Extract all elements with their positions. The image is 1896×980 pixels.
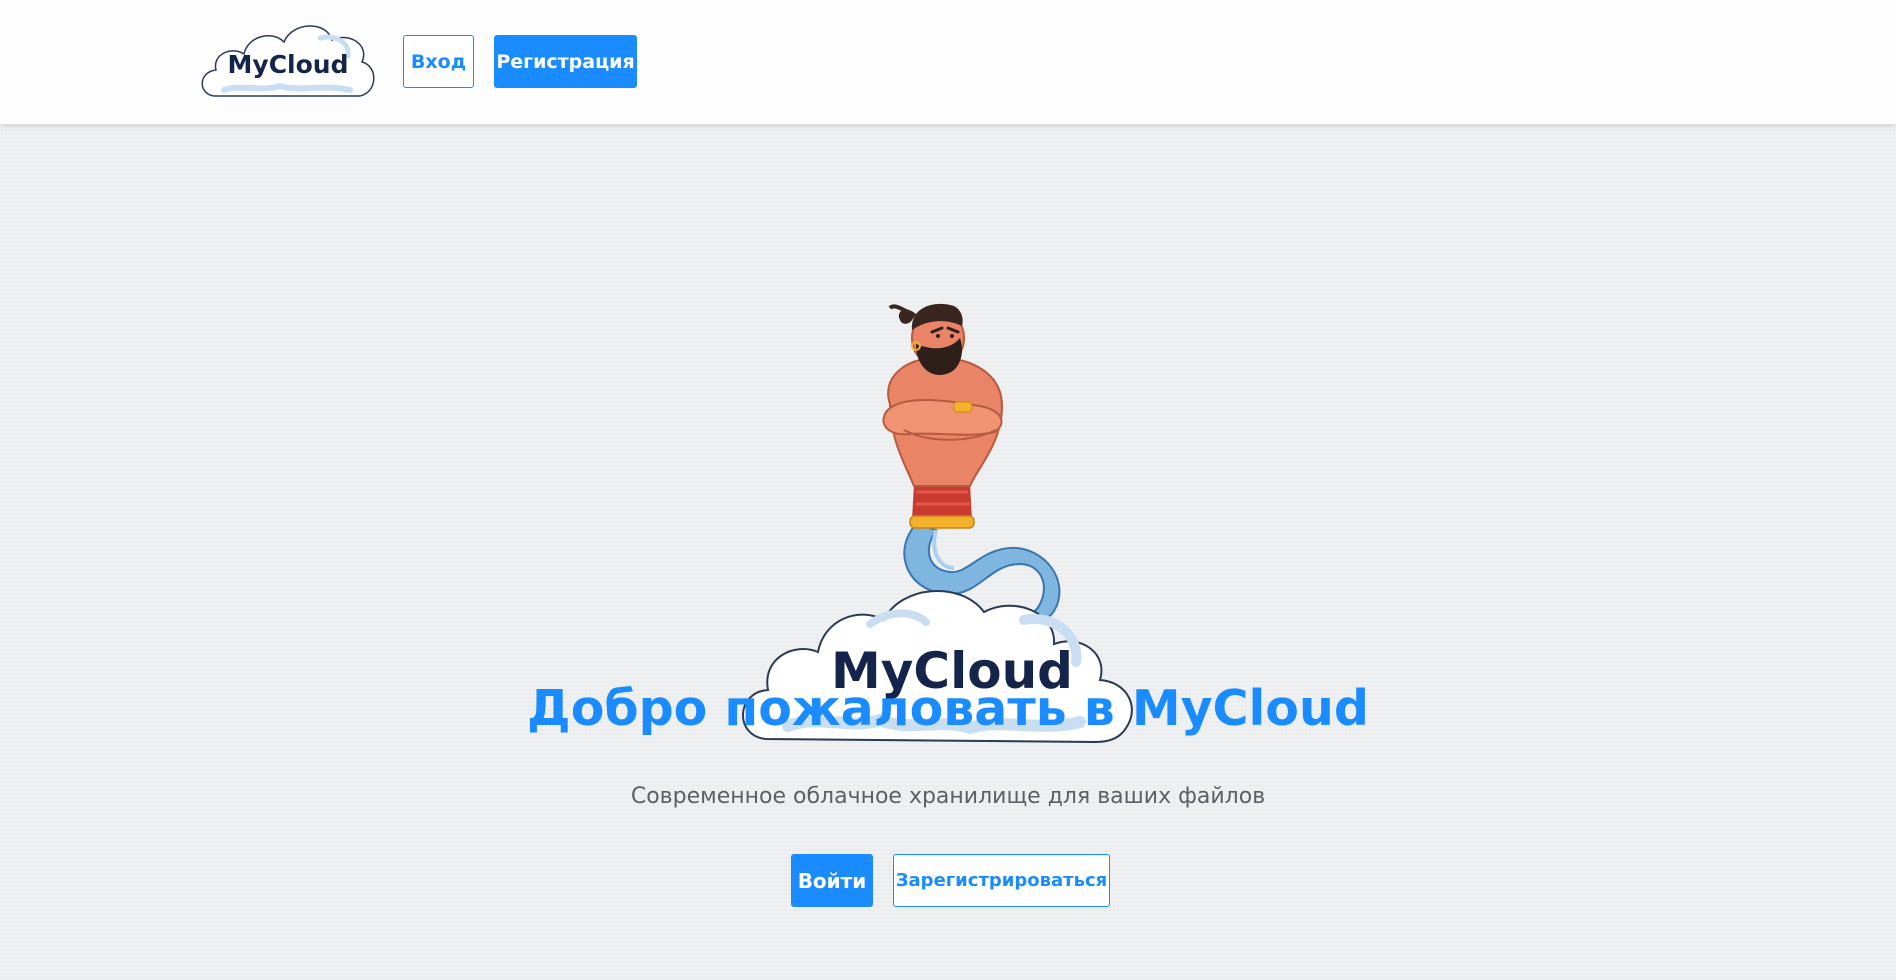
hero-section: MyCloud Добро пожаловать в MyCloud Совре… xyxy=(0,124,1896,980)
login-button[interactable]: Вход xyxy=(403,35,474,88)
signup-button[interactable]: Зарегистрироваться xyxy=(893,854,1110,907)
register-button[interactable]: Регистрация xyxy=(494,35,637,88)
page-title: Добро пожаловать в MyCloud xyxy=(527,680,1369,737)
page-subtitle: Современное облачное хранилище для ваших… xyxy=(630,784,1266,809)
enter-button[interactable]: Войти xyxy=(791,854,873,907)
site-header: MyCloud Вход Регистрация xyxy=(0,0,1896,124)
header-logo-text: MyCloud xyxy=(228,50,349,79)
header-logo[interactable]: MyCloud xyxy=(200,18,376,104)
hero-illustration: MyCloud xyxy=(742,303,1133,744)
genie-illustration xyxy=(882,303,1061,625)
page: MyCloud Вход Регистрация MyCloud Добро п… xyxy=(0,0,1896,980)
